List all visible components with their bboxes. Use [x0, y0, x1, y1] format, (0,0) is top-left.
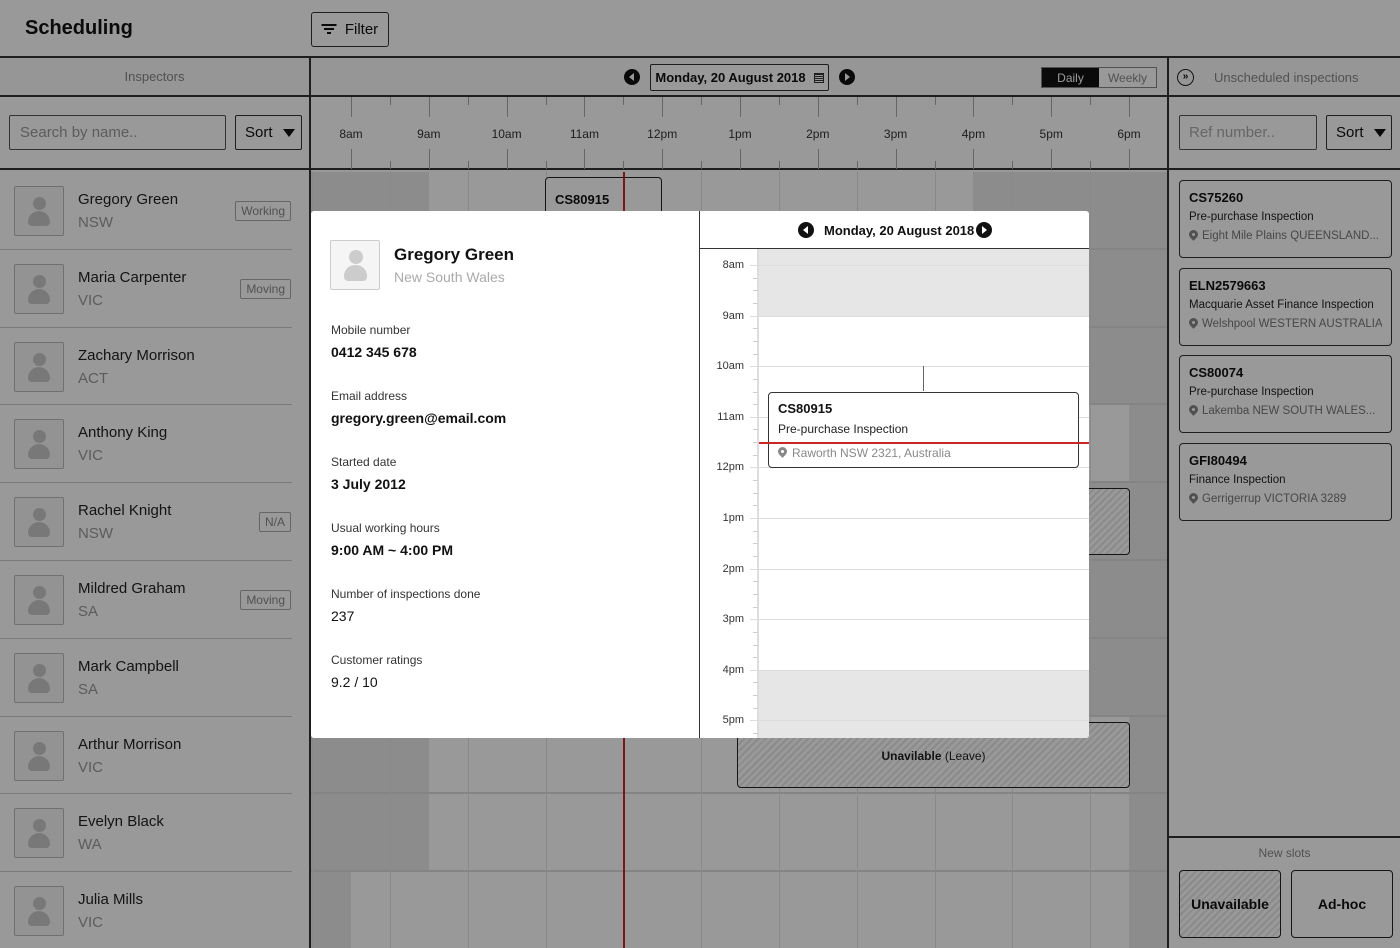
hour-label: 9am — [722, 309, 744, 322]
profile-field: Customer ratings 9.2 / 10 — [331, 653, 422, 690]
field-value-suffix: / 10 — [350, 674, 378, 690]
event-type: Pre-purchase Inspection — [778, 421, 909, 436]
hour-label: 5pm — [722, 714, 744, 727]
hour-label: 3pm — [722, 613, 744, 626]
hour-label: 11am — [717, 410, 744, 423]
hour-line — [750, 366, 1089, 368]
minor-tick — [753, 555, 757, 557]
minor-tick — [753, 378, 757, 380]
field-value-text: 237 — [331, 608, 355, 624]
minor-tick — [753, 593, 757, 595]
person-icon — [349, 250, 363, 264]
minor-tick — [753, 657, 757, 659]
minor-tick — [753, 492, 757, 494]
minor-tick — [753, 442, 757, 444]
minor-tick — [753, 543, 757, 545]
hour-label: 1pm — [722, 512, 744, 524]
minor-tick — [753, 505, 757, 507]
minor-tick — [753, 290, 757, 292]
inspector-profile: Gregory Green New South Wales Mobile num… — [311, 211, 700, 738]
profile-field: Mobile number 0412 345 678 — [331, 323, 417, 360]
field-value-text: gregory.green@email.com — [331, 410, 507, 426]
field-value: gregory.green@email.com — [331, 410, 506, 426]
current-time-line — [759, 442, 1089, 444]
day-view-header: Monday, 20 August 2018 — [700, 211, 1089, 249]
profile-field: Number of inspections done 237 — [331, 587, 480, 624]
event-ref: CS80915 — [778, 400, 833, 416]
inspector-state: New South Wales — [394, 269, 505, 285]
field-value: 9:00 AM ~ 4:00 PM — [331, 542, 453, 558]
hour-label: 2pm — [722, 562, 744, 575]
event-connector — [923, 366, 924, 392]
inspector-detail-modal: Gregory Green New South Wales Mobile num… — [311, 211, 1089, 738]
minor-tick — [753, 682, 757, 684]
hour-line — [750, 619, 1089, 621]
field-value: 9.2 / 10 — [331, 674, 422, 690]
minor-tick — [753, 340, 757, 342]
hour-label: 8am — [722, 259, 744, 271]
field-label: Started date — [331, 455, 397, 469]
minor-tick — [753, 644, 757, 646]
location-pin-icon — [778, 447, 787, 459]
hour-label: 4pm — [722, 663, 744, 676]
day-view-next-button[interactable] — [976, 222, 992, 238]
field-label: Number of inspections done — [331, 587, 481, 601]
minor-tick — [753, 695, 757, 697]
hour-line — [750, 265, 1089, 266]
field-label: Customer ratings — [331, 653, 423, 667]
hour-line — [750, 720, 1089, 722]
hour-label: 10am — [716, 360, 744, 373]
minor-tick — [753, 480, 757, 482]
off-hours-zone — [759, 249, 1089, 316]
day-view-event[interactable]: CS80915 Pre-purchase Inspection Raworth NS… — [768, 391, 1079, 468]
minor-tick — [753, 606, 757, 608]
field-label: Email address — [331, 389, 408, 403]
minor-tick — [753, 631, 757, 633]
profile-field: Started date 3 July 2012 — [331, 455, 406, 492]
minor-tick — [753, 277, 757, 279]
minor-tick — [753, 353, 757, 355]
minor-tick — [753, 733, 757, 735]
field-value-text: 9.2 — [331, 674, 351, 690]
minor-tick — [753, 581, 757, 583]
hour-line — [750, 315, 1089, 317]
off-hours-zone — [759, 669, 1089, 738]
hour-line — [750, 568, 1089, 570]
profile-field: Email address gregory.green@email.com — [331, 389, 506, 426]
hour-label: 12pm — [716, 461, 744, 474]
hour-line — [750, 518, 1089, 519]
location-text: Raworth NSW 2321, Australia — [792, 445, 951, 460]
field-value-text: 3 July 2012 — [331, 476, 406, 492]
minor-tick — [753, 454, 757, 456]
profile-field: Usual working hours 9:00 AM ~ 4:00 PM — [331, 521, 453, 558]
day-view-grid: 8am 9am 10am 11am 12pm 1pm 2pm 3pm 4pm 5pm CS80915… — [700, 249, 1089, 738]
minor-tick — [753, 429, 757, 431]
field-value-text: 0412 345 678 — [331, 344, 417, 360]
hour-line — [750, 467, 1089, 469]
avatar — [330, 240, 380, 290]
event-location: Raworth NSW 2321, Australia — [778, 446, 1069, 460]
field-value: 3 July 2012 — [331, 476, 406, 492]
hour-line — [750, 669, 1089, 671]
day-view-prev-button[interactable] — [798, 222, 814, 238]
minor-tick — [753, 302, 757, 304]
day-axis — [757, 249, 759, 738]
field-value-text: 9:00 AM ~ 4:00 PM — [331, 542, 454, 558]
minor-tick — [753, 391, 757, 393]
minor-tick — [753, 707, 757, 709]
field-label: Usual working hours — [331, 521, 440, 535]
minor-tick — [753, 328, 757, 330]
inspector-day-view: Monday, 20 August 2018 8am 9am 10am 11am 12p… — [700, 211, 1089, 738]
field-value: 0412 345 678 — [331, 344, 417, 360]
day-view-date: Monday, 20 August 2018 — [824, 223, 975, 238]
inspector-name: Gregory Green — [394, 245, 514, 264]
minor-tick — [753, 530, 757, 532]
minor-tick — [753, 404, 757, 406]
field-value: 237 — [331, 608, 480, 624]
field-label: Mobile number — [331, 323, 411, 337]
